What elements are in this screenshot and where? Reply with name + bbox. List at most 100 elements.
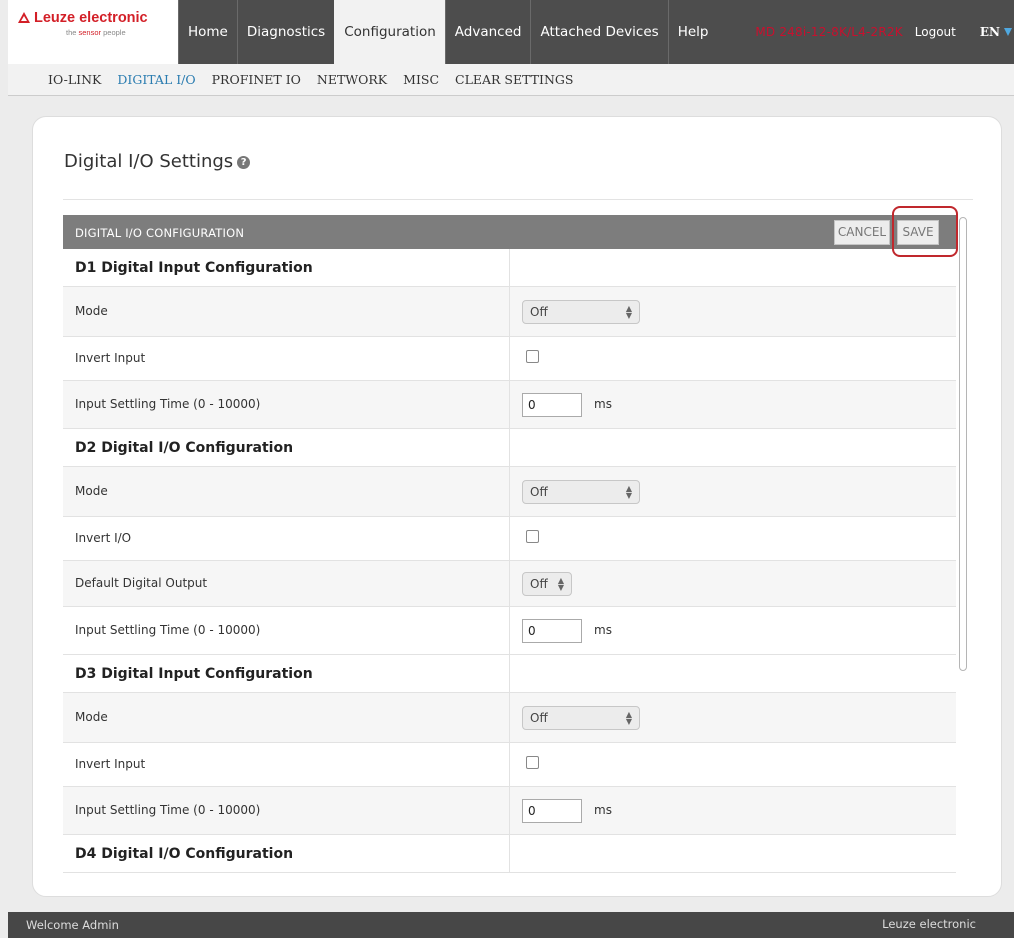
section-control-cell	[509, 249, 956, 286]
section-header: D3 Digital Input Configuration	[63, 655, 956, 693]
section-title: D1 Digital Input Configuration	[75, 260, 313, 276]
section-control-cell	[509, 429, 956, 466]
nav-right: MD 248i-12-8K/L4-2R2K Logout EN	[755, 0, 1014, 64]
config-row: Invert Input	[63, 743, 956, 787]
brand-text: Leuze electronic	[34, 10, 148, 26]
nav-tab-attached-devices[interactable]: Attached Devices	[530, 0, 667, 64]
tagline-accent: sensor	[78, 28, 102, 37]
section-header: D2 Digital I/O Configuration	[63, 429, 956, 467]
invert-checkbox[interactable]	[526, 350, 539, 363]
title-divider	[63, 199, 973, 200]
language-selector[interactable]: EN	[980, 25, 1000, 39]
field-label: Invert Input	[75, 757, 146, 771]
select-value: Off	[530, 305, 548, 319]
select-arrows-icon: ▲ ▼	[625, 304, 632, 320]
field-control-cell	[509, 517, 956, 560]
panel-title: DIGITAL I/O CONFIGURATION	[75, 226, 245, 240]
mode-select[interactable]: Off ▲ ▼	[522, 706, 640, 730]
brand-tagline: the sensor people	[66, 28, 126, 37]
nav-tab-configuration[interactable]: Configuration	[334, 0, 445, 64]
field-control-cell: 0 ms	[509, 607, 956, 654]
unit-label: ms	[594, 397, 612, 411]
nav-tab-advanced[interactable]: Advanced	[444, 0, 531, 64]
config-row: Input Settling Time (0 - 10000) 0 ms	[63, 381, 956, 429]
subnav-io-link[interactable]: IO-LINK	[48, 72, 101, 87]
subnav-network[interactable]: NETWORK	[317, 72, 387, 87]
config-rows: D1 Digital Input Configuration Mode Off ▲ ▼ I…	[63, 249, 956, 873]
page-title: Digital I/O Settings?	[64, 151, 251, 172]
top-navigation-bar: Leuze electronic the sensor people Home D…	[8, 0, 1014, 64]
config-row: Mode Off ▲ ▼	[63, 467, 956, 517]
subnav-digital-i-o[interactable]: DIGITAL I/O	[117, 72, 195, 87]
settling-time-input[interactable]: 0	[522, 799, 582, 823]
invert-checkbox[interactable]	[526, 530, 539, 543]
tagline-pre: the	[66, 28, 79, 37]
section-header: D1 Digital Input Configuration	[63, 249, 956, 287]
field-control-cell	[509, 337, 956, 380]
field-control-cell: 0 ms	[509, 381, 956, 428]
field-control-cell: Off ▲ ▼	[509, 467, 956, 516]
save-highlight-annotation	[892, 206, 958, 257]
brand-name: Leuze electronic	[18, 10, 148, 26]
field-label: Invert I/O	[75, 531, 132, 545]
field-control-cell: Off ▲ ▼	[509, 561, 956, 606]
config-row: Input Settling Time (0 - 10000) 0 ms	[63, 607, 956, 655]
panel-scrollbar[interactable]	[959, 217, 967, 671]
main-nav: Home Diagnostics Configuration Advanced Atta…	[178, 0, 717, 64]
settings-card: Digital I/O Settings? DIGITAL I/O CONFIG…	[32, 116, 1002, 897]
select-arrows-icon: ▲ ▼	[625, 484, 632, 500]
footer: Welcome Admin Leuze electronic	[8, 912, 1014, 938]
field-control-cell	[509, 743, 956, 786]
footer-brand: Leuze electronic	[882, 917, 976, 931]
field-label: Input Settling Time (0 - 10000)	[75, 623, 261, 637]
warning-triangle-icon	[18, 12, 30, 23]
welcome-text: Welcome Admin	[26, 918, 119, 932]
select-arrows-icon: ▲ ▼	[557, 576, 564, 592]
settling-time-input[interactable]: 0	[522, 393, 582, 417]
tagline-post: people	[101, 28, 126, 37]
section-title: D4 Digital I/O Configuration	[75, 846, 294, 862]
config-row: Mode Off ▲ ▼	[63, 287, 956, 337]
select-value: Off	[530, 577, 548, 591]
help-icon[interactable]: ?	[237, 156, 251, 169]
select-arrows-icon: ▲ ▼	[625, 710, 632, 726]
subnav-misc[interactable]: MISC	[403, 72, 439, 87]
section-control-cell	[509, 835, 956, 872]
config-row: Invert I/O	[63, 517, 956, 561]
select-value: Off	[530, 485, 548, 499]
language-dropdown-icon[interactable]	[1004, 28, 1012, 36]
field-control-cell: Off ▲ ▼	[509, 693, 956, 742]
field-label: Mode	[75, 484, 108, 498]
cancel-button[interactable]: CANCEL	[834, 220, 890, 245]
panel-header: DIGITAL I/O CONFIGURATION CANCEL SAVE	[63, 215, 956, 249]
mode-select[interactable]: Off ▲ ▼	[522, 480, 640, 504]
device-name: MD 248i-12-8K/L4-2R2K	[755, 25, 903, 39]
logout-link[interactable]: Logout	[915, 25, 956, 39]
mode-select[interactable]: Off ▲ ▼	[522, 300, 640, 324]
select-value: Off	[530, 711, 548, 725]
sub-navigation: IO-LINK DIGITAL I/O PROFINET IO NETWORK MISC…	[8, 64, 1014, 96]
section-control-cell	[509, 655, 956, 692]
field-label: Input Settling Time (0 - 10000)	[75, 803, 261, 817]
brand-logo[interactable]: Leuze electronic the sensor people	[8, 0, 178, 64]
config-row: Default Digital Output Off ▲ ▼	[63, 561, 956, 607]
section-title: D2 Digital I/O Configuration	[75, 440, 294, 456]
settling-time-input[interactable]: 0	[522, 619, 582, 643]
subnav-clear-settings[interactable]: CLEAR SETTINGS	[455, 72, 573, 87]
subnav-profinet-io[interactable]: PROFINET IO	[212, 72, 301, 87]
nav-tab-home[interactable]: Home	[178, 0, 237, 64]
unit-label: ms	[594, 623, 612, 637]
nav-tab-diagnostics[interactable]: Diagnostics	[236, 0, 334, 64]
nav-tab-help[interactable]: Help	[667, 0, 718, 64]
field-label: Mode	[75, 304, 108, 318]
page-title-text: Digital I/O Settings	[64, 151, 234, 172]
default-output-select[interactable]: Off ▲ ▼	[522, 572, 572, 596]
config-row: Invert Input	[63, 337, 956, 381]
invert-checkbox[interactable]	[526, 756, 539, 769]
section-title: D3 Digital Input Configuration	[75, 666, 313, 682]
field-label: Invert Input	[75, 351, 146, 365]
config-row: Input Settling Time (0 - 10000) 0 ms	[63, 787, 956, 835]
config-row: Mode Off ▲ ▼	[63, 693, 956, 743]
field-label: Default Digital Output	[75, 576, 208, 590]
digital-io-config-panel: DIGITAL I/O CONFIGURATION CANCEL SAVE D1…	[63, 215, 956, 896]
